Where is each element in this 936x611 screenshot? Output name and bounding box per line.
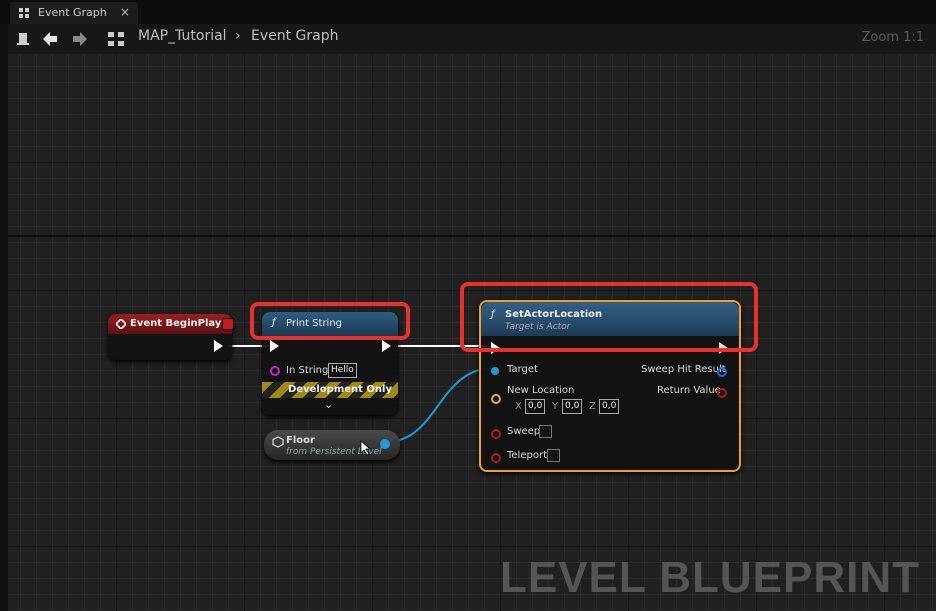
return-value-pin[interactable]	[717, 388, 727, 398]
sweep-pin[interactable]	[491, 429, 501, 439]
back-arrow-icon[interactable]	[40, 29, 60, 49]
tab-event-graph[interactable]: Event Graph ×	[10, 2, 138, 24]
graph-hierarchy-icon[interactable]	[106, 29, 126, 49]
expand-chevron-icon[interactable]: ⌄	[324, 398, 333, 411]
node-title: Event BeginPlay	[130, 318, 222, 329]
z-field[interactable]: 0,0	[599, 399, 620, 414]
watermark: LEVEL BLUEPRINT	[499, 553, 920, 602]
breadcrumb-map[interactable]: MAP_Tutorial	[138, 28, 227, 44]
x-field[interactable]: 0,0	[525, 399, 546, 414]
tab-label: Event Graph	[38, 6, 107, 19]
bookmark-icon[interactable]	[14, 29, 34, 49]
left-panel-strip	[0, 24, 8, 611]
object-out-pin[interactable]	[380, 439, 390, 449]
graph-toolbar: MAP_Tutorial › Event Graph Zoom 1:1	[0, 24, 936, 54]
close-tab-button[interactable]: ×	[120, 5, 130, 19]
in-string-field[interactable]: Hello	[328, 363, 357, 378]
teleport-pin[interactable]	[491, 453, 501, 463]
graph-icon	[19, 8, 29, 18]
zoom-level: Zoom 1:1	[861, 30, 924, 45]
in-string-label: In String	[286, 365, 329, 376]
cube-icon	[272, 436, 284, 448]
sweep-checkbox[interactable]	[539, 425, 552, 438]
node-event-beginplay[interactable]: Event BeginPlay	[108, 314, 234, 360]
target-label: Target	[507, 364, 538, 375]
teleport-label: Teleport	[507, 450, 547, 461]
exec-out-pin[interactable]	[382, 340, 391, 352]
breadcrumb-event-graph: Event Graph	[251, 28, 339, 44]
event-icon	[116, 319, 126, 329]
new-location-pin[interactable]	[491, 394, 501, 404]
development-only-label: Development Only	[288, 384, 392, 395]
target-pin[interactable]	[491, 367, 499, 375]
forward-arrow-icon[interactable]	[70, 29, 90, 49]
z-label: Z	[589, 401, 596, 412]
event-graph-canvas[interactable]: Event BeginPlay ƒ Print String In String…	[8, 54, 936, 611]
y-label: Y	[552, 401, 559, 412]
teleport-checkbox[interactable]	[547, 449, 560, 462]
exec-in-pin[interactable]	[270, 340, 279, 352]
new-location-label: New Location	[507, 385, 575, 396]
object-wire-floor-to-target	[385, 367, 495, 443]
floor-title: Floor	[286, 435, 315, 446]
breadcrumb-separator: ›	[235, 28, 241, 44]
tab-bar: Event Graph ×	[0, 0, 936, 24]
exec-out-pin[interactable]	[214, 340, 223, 352]
in-string-pin[interactable]	[270, 366, 280, 376]
x-label: X	[515, 401, 522, 412]
sweep-hit-result-label: Sweep Hit Result	[641, 364, 726, 375]
sweep-label: Sweep	[507, 426, 541, 437]
sweep-hit-result-pin[interactable]	[717, 367, 727, 377]
highlight-box-set-actor-location	[460, 282, 758, 352]
highlight-box-print-string	[250, 302, 410, 340]
node-floor-reference[interactable]: Floor from Persistent Level	[264, 430, 400, 460]
y-field[interactable]: 0,0	[562, 399, 583, 414]
mouse-cursor-icon	[360, 440, 372, 456]
return-value-label: Return Value	[657, 385, 721, 396]
delegate-pin[interactable]	[222, 318, 234, 330]
